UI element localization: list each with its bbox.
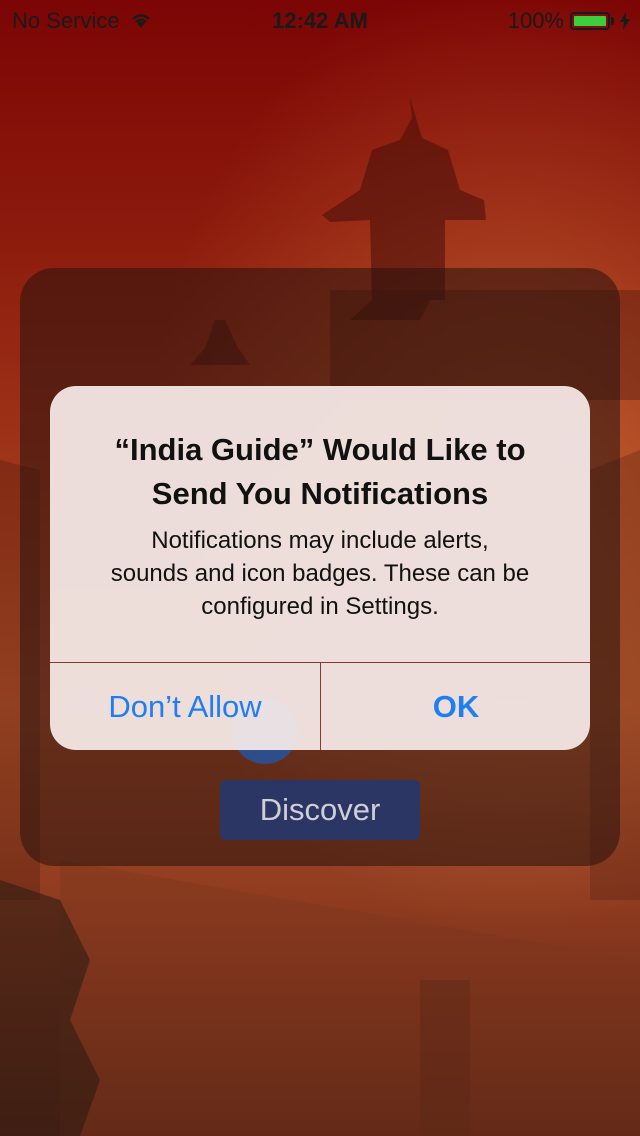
alert-message: Notifications may include alerts, sounds… [40,524,600,623]
alert-message-line-2: sounds and icon badges. These can be [110,560,530,587]
alert-title-line-1: “India Guide” Would Like to [114,432,526,467]
battery-tip [611,17,614,25]
battery-percent: 100% [507,8,564,33]
discover-button[interactable]: Discover [220,780,420,840]
charging-bolt-icon [620,12,630,30]
ok-button[interactable]: OK [321,663,590,750]
battery-icon [570,12,610,30]
alert-message-line-1: Notifications may include alerts, [151,527,489,554]
dont-allow-button[interactable]: Don’t Allow [50,663,320,750]
alert-message-line-3: configured in Settings. [201,593,439,620]
alert-title-line-2: Send You Notifications [151,476,489,511]
alert-title: “India Guide” Would Like to Send You Not… [30,428,610,516]
status-right: 100% [508,8,630,34]
battery-fill [574,16,606,26]
status-bar: No Service 12:42 AM 100% [0,0,640,40]
